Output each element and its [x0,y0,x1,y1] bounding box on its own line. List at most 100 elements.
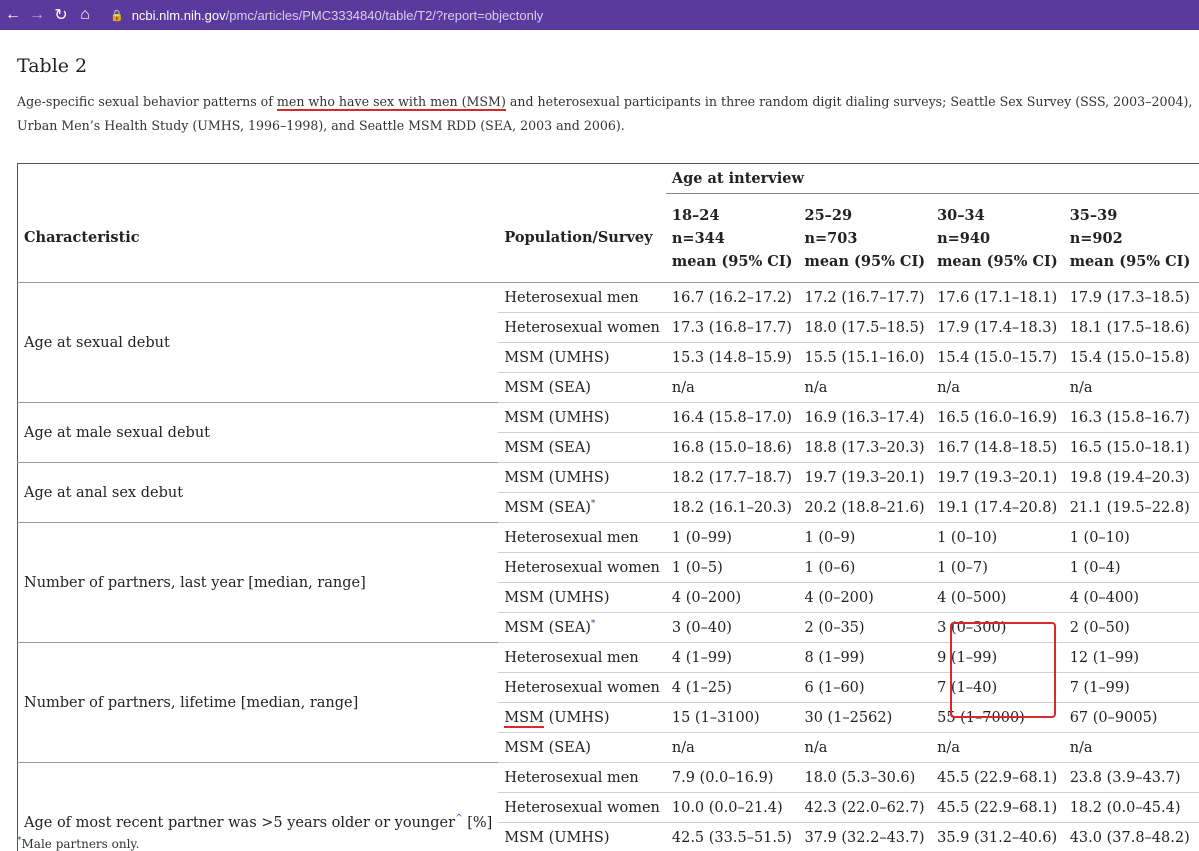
footnote: *Male partners only. [17,836,139,851]
lock-icon: 🔒 [110,9,124,22]
value-cell: 10.0 (0.0–21.4) [665,792,799,823]
empty-header [498,164,666,194]
column-header-stat: mean (95% CI) [671,252,793,270]
value-cell: 1 (0–4) [1063,552,1197,583]
value-cell: n/a [1063,732,1197,763]
value-cell: 16.4 (15.8–17.0) [665,402,799,433]
value-cell: 16.7 (14.8–18.5) [931,432,1064,463]
population-label: Heterosexual men [504,769,639,786]
value-cell: 15.3 (14.8–15.9) [665,342,799,373]
age-at-interview-header: Age at interview [665,163,1199,194]
characteristic-cell: Age at sexual debut [17,282,499,403]
column-header-age: 35–39 [1069,206,1118,224]
value-cell: 1 (0–10) [1063,522,1197,553]
value-cell: 15.4 (15.0–15.8) [1063,342,1197,373]
value-cell: 17.9 (17.4–18.3) [931,312,1064,343]
column-header-stat: mean (95% CI) [1069,252,1191,270]
value-cell: 35.9 (31.2–40.6) [931,822,1064,851]
column-header-n: n=940 [937,229,991,247]
characteristic-cell: Age at male sexual debut [17,402,499,463]
population-cell: MSM (SEA) [498,372,666,403]
value-cell: n/a [798,372,932,403]
value-cell: 4 (1–25) [665,672,799,703]
value-cell: 19.1 (17.4–20.8) [931,492,1064,523]
value-cell: 1 (0–9) [798,522,932,553]
reload-icon[interactable]: ↻ [50,4,72,26]
value-cell: n/a [931,732,1064,763]
footnote-ref[interactable]: ^ [455,814,463,824]
population-cell: Heterosexual men [498,282,666,313]
population-cell: Heterosexual men [498,762,666,793]
value-cell: 18.1 (17.5–18.6) [1063,312,1197,343]
value-cell: 4 (0–500) [931,582,1064,613]
characteristic-label: Age at male sexual debut [24,424,210,441]
population-cell: Heterosexual men [498,522,666,553]
population-cell: MSM (SEA) [498,432,666,463]
population-label: Heterosexual men [504,649,639,666]
characteristic-label: Number of partners, last year [median, r… [24,574,366,591]
back-icon[interactable]: ← [2,4,24,26]
population-cell: MSM (SEA)* [498,492,666,523]
value-cell: 42.5 (33.5–51.5) [665,822,799,851]
value-cell: 67 (0–9005) [1063,702,1197,733]
value-cell: 19.7 (19.3–20.1) [798,462,932,493]
empty-header [18,164,499,194]
value-cell: n/a [931,372,1064,403]
characteristic-unit: [%] [462,815,493,832]
characteristic-label: Age at sexual debut [24,334,170,351]
footnote-ref[interactable]: * [591,499,596,509]
value-cell: 1 (0–99) [665,522,799,553]
value-cell: 16.3 (15.8–16.7) [1063,402,1197,433]
value-cell: 2 (0–50) [1063,612,1197,643]
population-label: Heterosexual women [504,799,660,816]
population-label: MSM (UMHS) [504,409,610,426]
value-cell: 7 (1–99) [1063,672,1197,703]
column-header-n: n=703 [804,229,858,247]
value-cell: 16.5 (16.0–16.9) [931,402,1064,433]
value-cell: 19.7 (19.3–20.1) [931,462,1064,493]
population-label: Heterosexual men [504,289,639,306]
value-cell: 18.2 (17.7–18.7) [665,462,799,493]
value-cell: 18.2 (0.0–45.4) [1063,792,1197,823]
value-cell: 3 (0–40) [665,612,799,643]
value-cell: 18.8 (17.3–20.3) [798,432,932,463]
population-label: MSM (SEA) [504,619,591,636]
value-cell: 12 (1–99) [1063,642,1197,673]
highlight-box [950,622,1056,718]
table-row: Age at anal sex debut MSM (UMHS) 18.2 (17.… [17,462,1199,523]
column-header-stat: mean (95% CI) [804,252,926,270]
value-cell: 19.8 (19.4–20.3) [1063,462,1197,493]
value-cell: n/a [665,732,799,763]
home-icon[interactable]: ⌂ [74,4,96,26]
population-cell: Heterosexual women [498,672,666,703]
value-cell: 4 (0–400) [1063,582,1197,613]
value-cell: 15.4 (15.0–15.7) [931,342,1064,373]
population-cell: MSM (UMHS) [498,822,666,851]
population-cell: MSM (UMHS) [498,462,666,493]
value-cell: 17.6 (17.1–18.1) [931,282,1064,313]
characteristic-label: Age at anal sex debut [24,484,184,501]
population-cell: MSM (UMHS) [498,702,666,733]
column-header-stat: mean (95% CI) [937,252,1058,270]
population-cell: Heterosexual women [498,552,666,583]
value-cell: 8 (1–99) [798,642,932,673]
value-cell: 16.5 (15.0–18.1) [1063,432,1197,463]
table-row: Age at male sexual debut MSM (UMHS) 16.4 (… [17,402,1199,463]
footnote-ref[interactable]: * [591,619,596,629]
characteristic-cell: Number of partners, last year [median, r… [17,522,499,643]
value-cell: 21.1 (19.5–22.8) [1063,492,1197,523]
population-label: MSM (SEA) [504,739,591,756]
value-cell: 16.8 (15.0–18.6) [665,432,799,463]
value-cell: 42.3 (22.0–62.7) [798,792,932,823]
population-cell: MSM (UMHS) [498,342,666,373]
population-label: Heterosexual men [504,529,639,546]
table-row: Age of most recent partner was >5 years … [17,762,1199,851]
forward-icon[interactable]: → [26,4,48,26]
address-bar[interactable]: 🔒 ncbi.nlm.nih.gov/pmc/articles/PMC33348… [110,8,543,23]
value-cell: 30 (1–2562) [798,702,932,733]
caption-msm-link[interactable]: men who have sex with men (MSM) [276,94,506,111]
value-cell: 16.9 (16.3–17.4) [798,402,932,433]
url-host: ncbi.nlm.nih.gov [131,7,226,23]
value-cell: 1 (0–10) [931,522,1064,553]
population-label: MSM (SEA) [504,439,591,456]
